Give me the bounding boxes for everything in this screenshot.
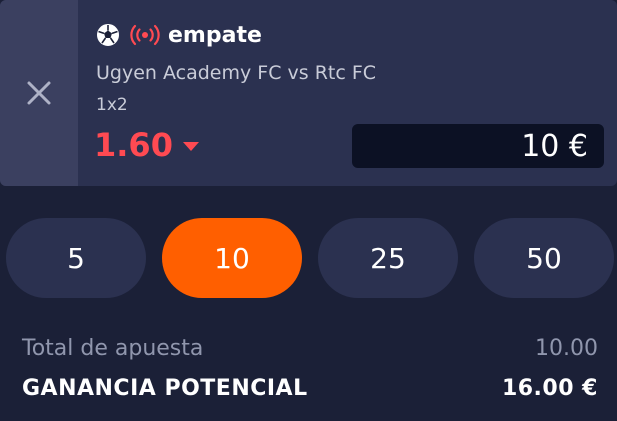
selection-header: empate <box>96 20 262 50</box>
potential-gain-row: GANANCIA POTENCIAL 16.00 € <box>22 376 598 401</box>
quick-stake-25-button[interactable]: 25 <box>318 218 458 298</box>
total-stake-value: 10.00 <box>535 336 598 361</box>
quick-stake-50-button[interactable]: 50 <box>474 218 614 298</box>
quick-stake-10-button[interactable]: 10 <box>162 218 302 298</box>
soccer-ball-icon <box>97 24 119 46</box>
odds-down-arrow-icon <box>182 141 199 151</box>
live-broadcast-icon <box>130 24 160 46</box>
potential-gain-value: 16.00 € <box>501 376 598 401</box>
bet-selection-card: empate Ugyen Academy FC vs Rtc FC 1x2 1.… <box>0 0 617 186</box>
stake-input[interactable]: 10 € <box>352 124 604 168</box>
quick-stake-5-button[interactable]: 5 <box>6 218 146 298</box>
total-stake-row: Total de apuesta 10.00 <box>22 336 598 361</box>
odds-display: 1.60 <box>94 126 199 164</box>
selection-name: empate <box>168 22 262 48</box>
potential-gain-label: GANANCIA POTENCIAL <box>22 376 308 401</box>
remove-selection-button[interactable] <box>0 0 78 186</box>
total-stake-label: Total de apuesta <box>22 336 204 361</box>
close-icon <box>27 81 51 105</box>
quick-stake-buttons: 5 10 25 50 <box>6 218 614 298</box>
odds-value: 1.60 <box>94 126 173 164</box>
match-name: Ugyen Academy FC vs Rtc FC <box>96 62 377 84</box>
market-name: 1x2 <box>96 95 128 115</box>
